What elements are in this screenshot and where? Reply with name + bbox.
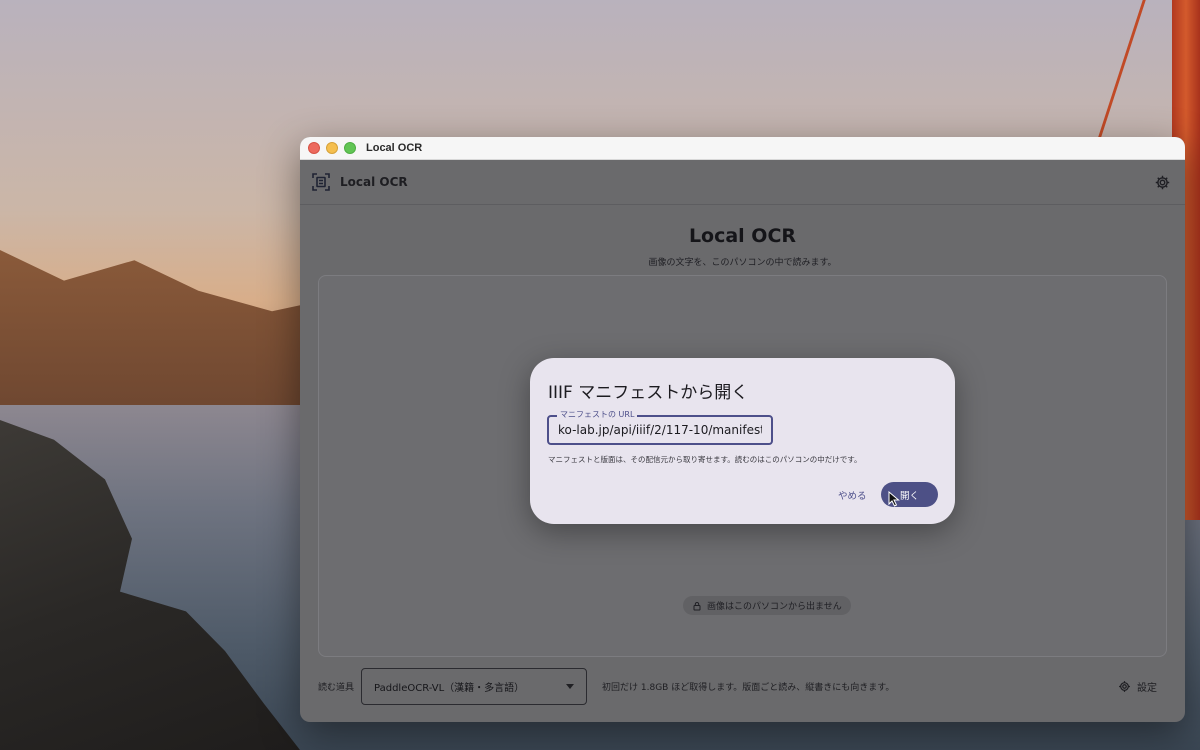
page-subtitle: 画像の文字を、このパソコンの中で読みます。 [648, 258, 837, 268]
gear-icon [1118, 680, 1131, 693]
wallpaper-bridge-cable [1097, 0, 1146, 140]
close-window-button[interactable] [308, 142, 320, 154]
privacy-badge: 画像はこのパソコンから出ません [683, 596, 851, 615]
gear-icon [1155, 175, 1169, 189]
title-bar: Local OCR [300, 137, 1185, 160]
settings-button-label: 設定 [1137, 682, 1157, 694]
manifest-url-label: マニフェストの URL [557, 409, 638, 420]
zoom-window-button[interactable] [344, 142, 356, 154]
app-name: Local OCR [340, 175, 408, 189]
window-title: Local OCR [366, 142, 423, 154]
dialog-help-text: マニフェストと版面は、その配信元から取り寄せます。読むのはこのパソコンの中だけで… [548, 455, 862, 464]
wallpaper-mountain [0, 250, 320, 420]
page-title: Local OCR [688, 225, 797, 247]
minimize-window-button[interactable] [326, 142, 338, 154]
model-select-label: 読む道具 [318, 682, 355, 693]
app-bar: Local OCR [300, 160, 1185, 205]
privacy-badge-label: 画像はこのパソコンから出ません [707, 602, 842, 612]
chevron-down-icon [566, 683, 575, 689]
footer-bar: 読む道具 PaddleOCR-VL（漢籍・多言語） 初回だけ 1.8GB ほど取… [300, 661, 1185, 711]
mouse-cursor-icon [888, 491, 900, 507]
dialog-title: IIIF マニフェストから開く [548, 383, 749, 403]
model-select-value: PaddleOCR-VL（漢籍・多言語） [374, 682, 525, 694]
model-select[interactable]: PaddleOCR-VL（漢籍・多言語） [361, 667, 588, 705]
settings-button[interactable]: 設定 [1118, 679, 1157, 694]
model-note: 初回だけ 1.8GB ほど取得します。版面ごと読み、縦書きにも向きます。 [602, 682, 895, 693]
lock-icon [692, 601, 702, 611]
settings-gear-button[interactable] [1151, 171, 1173, 193]
manifest-url-field: マニフェストの URL [547, 409, 773, 445]
cancel-button[interactable]: やめる [830, 483, 875, 507]
document-scan-icon [312, 173, 330, 191]
manifest-url-input[interactable] [549, 417, 771, 443]
